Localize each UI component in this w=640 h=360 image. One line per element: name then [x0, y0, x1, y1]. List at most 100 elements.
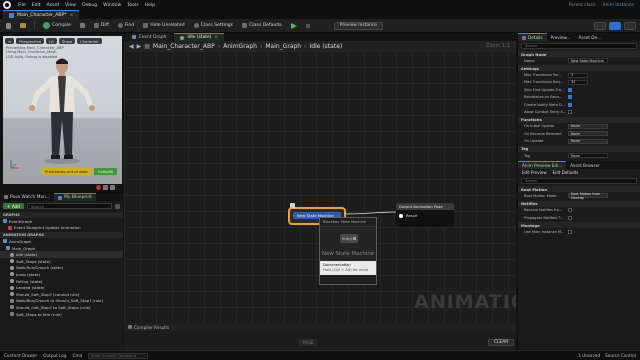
perspective-button[interactable]: Perspective	[16, 38, 45, 44]
debug-options-button[interactable]	[303, 21, 313, 30]
menu-window[interactable]: Window	[103, 3, 121, 8]
reinit-checkbox[interactable]	[568, 95, 572, 100]
on-initial-dropdown[interactable]: None	[568, 123, 608, 129]
on-become-dropdown[interactable]: None	[568, 131, 608, 137]
class-defaults-button[interactable]: Class Defaults	[239, 21, 285, 30]
stop-icon[interactable]	[103, 185, 108, 190]
browse-button[interactable]	[17, 21, 29, 30]
character-button[interactable]: Character	[77, 38, 102, 44]
compile-button[interactable]: Compile	[40, 21, 74, 30]
breadcrumb-item[interactable]: Main_Character_ABP	[153, 43, 215, 50]
console-command-input[interactable]: Enter Console Command	[88, 352, 149, 359]
tab-my-blueprint[interactable]: My Blueprint	[54, 193, 96, 201]
preview-search-input[interactable]: Search	[521, 178, 637, 185]
tree-item-state[interactable]: Soft_Stops to Idle (rule)	[0, 311, 123, 318]
tree-item-event-graph[interactable]: EventGraph	[0, 218, 123, 225]
tab-anim-preview-editor[interactable]: Anim Preview Edi...	[518, 161, 567, 170]
play-button[interactable]	[288, 21, 300, 30]
tree-item-event-update[interactable]: Event Blueprint Update Animation	[0, 225, 123, 232]
on-update-dropdown[interactable]: None	[568, 138, 608, 144]
close-icon[interactable]: ×	[70, 13, 74, 18]
tab-asset-browser[interactable]: Asset Browser	[566, 161, 604, 169]
allow-conduit-checkbox[interactable]	[568, 110, 572, 115]
document-tab[interactable]: Main_Character_ABP* ×	[3, 10, 80, 19]
tree-item-state[interactable]: Falling (state)	[0, 278, 123, 285]
preview-viewport[interactable]: ≡ Perspective Lit Show Character Preview…	[3, 36, 122, 184]
edit-defaults-tab[interactable]: Edit Defaults	[553, 170, 579, 175]
edit-preview-tab[interactable]: Edit Preview	[522, 170, 547, 175]
max-transitions-req-field[interactable]: 32	[568, 79, 588, 85]
viewport-menu-button[interactable]: ≡	[5, 38, 15, 44]
receive-notifies-checkbox[interactable]	[568, 208, 572, 213]
anim-mode-button[interactable]	[609, 21, 621, 30]
pose-pin-icon[interactable]	[399, 213, 403, 218]
graph-canvas[interactable]: New State Machine Output Animation Pose …	[124, 51, 516, 323]
propagate-checkbox[interactable]	[568, 215, 572, 220]
create-notify-checkbox[interactable]	[568, 102, 572, 107]
add-button[interactable]: + Add	[3, 203, 24, 209]
output-log-button[interactable]: Output Log	[43, 353, 66, 358]
content-drawer-button[interactable]: Content Drawer	[4, 353, 37, 358]
tab-pose-watch[interactable]: Pose Watch Man...	[0, 193, 54, 201]
details-search-input[interactable]: Search	[521, 43, 637, 49]
hide-unrelated-button[interactable]: Hide Unrelated	[140, 21, 187, 30]
menu-edit[interactable]: Edit	[32, 3, 41, 8]
show-button[interactable]: Show	[58, 38, 76, 44]
find-button[interactable]: Find	[115, 21, 137, 30]
back-arrow-icon[interactable]: ◀	[129, 43, 134, 50]
class-settings-button[interactable]: Class Settings	[191, 21, 236, 30]
output-pose-node[interactable]: Output Animation Pose Result	[396, 203, 454, 227]
settings-icon[interactable]	[115, 203, 120, 209]
menu-asset[interactable]: Asset	[47, 3, 60, 8]
tree-item-state[interactable]: Soft_Stops (state)	[0, 258, 123, 265]
tree-item-state[interactable]: Should_Soft_Stop? to Soft_Stops (rule)	[0, 304, 123, 311]
save-button[interactable]	[3, 21, 14, 30]
max-transitions-field[interactable]: 3	[568, 72, 588, 78]
breadcrumb-item[interactable]: AnimGraph	[223, 43, 257, 50]
cmd-dropdown[interactable]: Cmd	[73, 353, 83, 358]
root-motion-mode-dropdown[interactable]: Root Motion from Montag	[568, 192, 608, 200]
preview-instance-dropdown[interactable]: Preview Instance	[333, 21, 383, 30]
tab-idle-state[interactable]: Idle (state) ×	[174, 33, 225, 41]
tree-item-anim-graph[interactable]: AnimGraph	[0, 238, 123, 245]
tab-details[interactable]: Details	[518, 33, 547, 41]
unsaved-indicator[interactable]: 1 Unsaved	[578, 353, 600, 358]
tab-asset-details[interactable]: Asset De...	[574, 33, 605, 41]
tree-item-state[interactable]: Jump (state)	[0, 271, 123, 278]
menu-debug[interactable]: Debug	[82, 3, 97, 8]
tab-compiler-results[interactable]: Compiler Results	[124, 323, 516, 331]
skeleton-mode-button[interactable]	[624, 21, 636, 30]
viewport-compile-button[interactable]: Compile	[93, 168, 118, 175]
tab-preview-settings[interactable]: Preview...	[547, 33, 575, 41]
tree-item-state[interactable]: Idle (state)	[0, 251, 123, 258]
name-field[interactable]: New State Machine	[568, 58, 608, 64]
menu-help[interactable]: Help	[145, 3, 155, 8]
tree-item-main-graph[interactable]: Main_Graph	[0, 245, 123, 252]
diff-button[interactable]: Diff	[91, 21, 112, 30]
page-button[interactable]: PAGE	[298, 339, 319, 346]
tag-field[interactable]: None	[568, 153, 608, 159]
close-icon[interactable]: ×	[214, 35, 218, 40]
tree-item-state[interactable]: Landed (state)	[0, 284, 123, 291]
source-control-button[interactable]: Source Control	[605, 353, 636, 358]
breadcrumb-item[interactable]: Idle (state)	[310, 43, 343, 50]
parent-class-link[interactable]: Anim Instance	[603, 3, 634, 8]
forward-arrow-icon[interactable]: ▶	[137, 43, 142, 50]
record-icon[interactable]	[96, 185, 101, 190]
tree-item-state[interactable]: Walk/Run/Crouch to Should_Soft_Stop? (ru…	[0, 298, 123, 305]
tab-event-graph[interactable]: Event Graph	[126, 33, 173, 41]
save-asset-button[interactable]	[77, 21, 88, 30]
loop-icon[interactable]	[110, 185, 115, 190]
breadcrumb-item[interactable]: Main_Graph	[265, 43, 301, 50]
tree-item-state[interactable]: Should_Soft_Stop? (conduit rule)	[0, 291, 123, 298]
menu-view[interactable]: View	[65, 3, 76, 8]
graph-mode-button[interactable]	[594, 21, 606, 30]
use-main-checkbox[interactable]	[568, 230, 572, 235]
tree-item-state[interactable]: Walk/Run/Crouch (state)	[0, 265, 123, 272]
lit-button[interactable]: Lit	[46, 38, 57, 44]
menu-file[interactable]: File	[18, 3, 26, 8]
skip-first-checkbox[interactable]	[568, 87, 572, 92]
menu-tools[interactable]: Tools	[127, 3, 138, 8]
blueprint-search-input[interactable]: Search	[26, 203, 112, 209]
clear-button[interactable]: CLEAR	[488, 339, 515, 346]
